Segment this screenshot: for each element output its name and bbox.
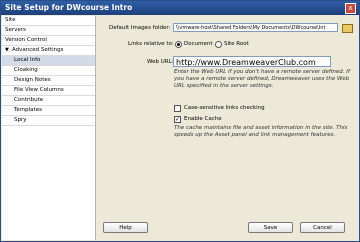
- sidebar-nav: Site Servers Version Control ▼ Advanced …: [2, 16, 96, 240]
- radio-document[interactable]: [175, 41, 182, 48]
- help-button[interactable]: Help: [103, 222, 148, 233]
- sidebar-item-label: Site: [5, 17, 16, 23]
- sidebar-item-label: Servers: [5, 27, 26, 33]
- sidebar-item-label: Advanced Settings: [12, 47, 64, 53]
- sidebar-item-contribute[interactable]: Contribute: [2, 96, 95, 106]
- sidebar-item-file-view-columns[interactable]: File View Columns: [2, 86, 95, 96]
- sidebar-item-design-notes[interactable]: Design Notes: [2, 76, 95, 86]
- sidebar-item-label: File View Columns: [14, 87, 64, 93]
- save-button[interactable]: Save: [248, 222, 293, 233]
- web-url-label: Web URL:: [147, 59, 174, 65]
- radio-site-root-label: Site Root: [224, 41, 249, 47]
- sidebar-item-label: Cloaking: [14, 67, 38, 73]
- enable-cache-checkbox[interactable]: ✓: [174, 116, 181, 123]
- sidebar-item-version-control[interactable]: Version Control: [2, 36, 95, 46]
- cache-note: The cache maintains file and asset infor…: [174, 125, 348, 138]
- enable-cache-label: Enable Cache: [184, 116, 222, 122]
- expand-arrow-icon[interactable]: ▼: [5, 46, 9, 55]
- sidebar-item-site[interactable]: Site: [2, 16, 95, 26]
- web-url-field[interactable]: http://www.DreamweaverClub.com: [173, 56, 331, 67]
- sidebar-item-templates[interactable]: Templates: [2, 106, 95, 116]
- sidebar-item-spry[interactable]: Spry: [2, 116, 95, 126]
- sidebar-item-label: Spry: [14, 117, 27, 123]
- images-folder-field[interactable]: \\vmware-host\Shared Folders\My Document…: [173, 23, 338, 32]
- sidebar-item-label: Contribute: [14, 97, 44, 103]
- title-bar: Site Setup for DWcourse Intro x: [1, 1, 359, 15]
- cancel-button[interactable]: Cancel: [300, 222, 345, 233]
- dialog-title: Site Setup for DWcourse Intro: [5, 3, 133, 12]
- web-url-note: Enter the Web URL if you don't have a re…: [174, 69, 350, 89]
- links-relative-label: Links relative to:: [128, 41, 174, 47]
- case-sensitive-checkbox[interactable]: [174, 105, 181, 112]
- sidebar-item-label: Version Control: [5, 37, 47, 43]
- radio-site-root[interactable]: [215, 41, 222, 48]
- sidebar-item-cloaking[interactable]: Cloaking: [2, 66, 95, 76]
- sidebar-item-label: Design Notes: [14, 77, 51, 83]
- sidebar-item-local-info[interactable]: Local Info: [2, 56, 95, 66]
- radio-document-label: Document: [184, 41, 213, 47]
- sidebar-item-servers[interactable]: Servers: [2, 26, 95, 36]
- case-sensitive-label: Case-sensitive links checking: [184, 105, 265, 111]
- images-folder-label: Default Images folder:: [109, 25, 171, 31]
- sidebar-item-label: Local Info: [14, 57, 41, 63]
- close-button[interactable]: x: [345, 3, 356, 14]
- sidebar-item-label: Templates: [14, 107, 42, 113]
- site-setup-dialog: Site Setup for DWcourse Intro x Site Ser…: [0, 0, 360, 242]
- sidebar-item-advanced-settings[interactable]: ▼ Advanced Settings: [2, 46, 95, 56]
- local-info-panel: Default Images folder: \\vmware-host\Sha…: [97, 16, 357, 240]
- browse-folder-icon[interactable]: [342, 24, 353, 33]
